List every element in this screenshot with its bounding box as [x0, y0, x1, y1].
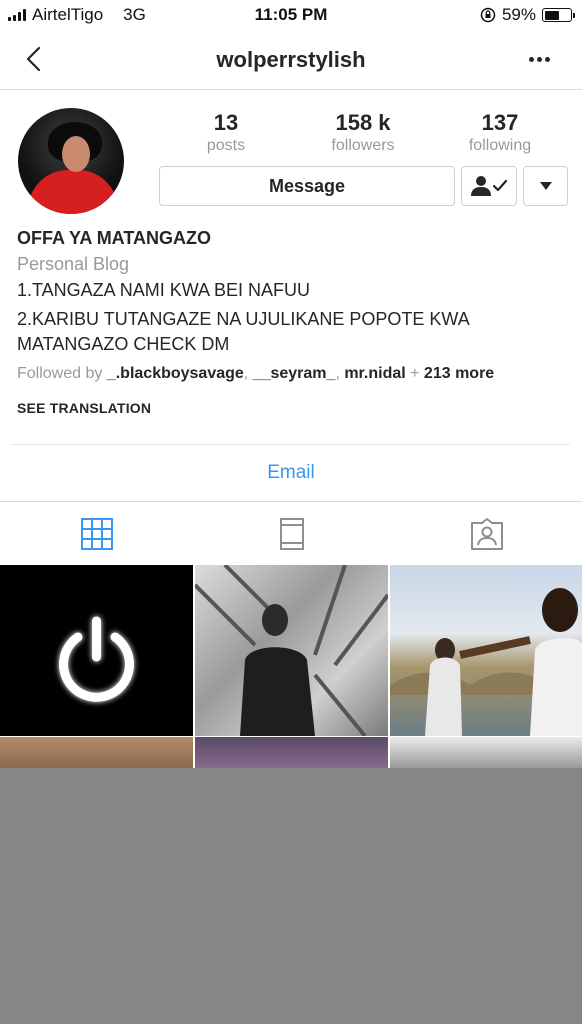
stat-followers-value: 158 k — [335, 110, 391, 135]
user-check-icon — [471, 176, 508, 196]
battery-icon — [542, 8, 575, 22]
stat-posts[interactable]: 13 posts — [166, 110, 286, 155]
caret-down-icon — [539, 182, 552, 190]
stat-following[interactable]: 137 following — [440, 110, 560, 155]
more-dots-icon — [528, 56, 534, 62]
stat-following-value: 137 — [481, 110, 519, 135]
followed-by-user[interactable]: __seyram_ — [253, 365, 336, 382]
bio-name: OFFA YA MATANGAZO — [17, 228, 212, 248]
followed-by-more[interactable]: 213 more — [424, 365, 494, 382]
more-dot — [536, 56, 542, 62]
stat-followers-label: followers — [331, 137, 395, 154]
power-icon — [59, 616, 134, 702]
feed-icon — [280, 518, 304, 550]
stat-posts-value: 13 — [213, 110, 239, 135]
stat-followers[interactable]: 158 k followers — [303, 110, 423, 155]
orientation-lock-icon — [480, 7, 496, 23]
avatar-torso — [28, 170, 118, 214]
post-thumbnail[interactable] — [0, 737, 193, 768]
dim-overlay — [0, 768, 582, 1024]
post-thumbnail[interactable] — [195, 565, 388, 736]
post-thumbnail[interactable] — [0, 565, 193, 736]
photo-person-trees — [195, 565, 388, 736]
status-right: 59% — [480, 5, 575, 25]
email-button[interactable]: Email — [0, 462, 582, 484]
more-options-button[interactable] — [524, 44, 554, 74]
see-translation-link[interactable]: SEE TRANSLATION — [17, 400, 151, 416]
tagged-icon — [471, 518, 503, 550]
profile-stats: 13 posts 158 k followers 137 following — [160, 110, 566, 156]
message-button[interactable]: Message — [159, 166, 455, 206]
followed-by-user[interactable]: mr.nidal — [344, 365, 405, 382]
profile-tabs — [0, 502, 582, 564]
bio-category: Personal Blog — [17, 254, 130, 274]
status-bar: AirtelTigo 3G 11:05 PM 59% — [0, 0, 582, 30]
followed-by-prefix: Followed by — [17, 365, 103, 382]
battery-fill — [544, 10, 560, 20]
stat-following-label: following — [468, 137, 532, 154]
more-dot — [544, 56, 550, 62]
followed-by-user[interactable]: _.blackboysavage — [107, 365, 244, 382]
post-thumbnail[interactable] — [390, 737, 582, 768]
bio-line: 2.KARIBU TUTANGAZE NA UJULIKANE POPOTE K… — [17, 309, 470, 329]
following-button[interactable] — [461, 166, 517, 206]
photo-grid — [0, 565, 582, 768]
tab-grid[interactable] — [77, 514, 117, 554]
tab-tagged[interactable] — [467, 514, 507, 554]
photo-two-people-bridge — [390, 588, 582, 736]
post-thumbnail[interactable] — [390, 565, 582, 736]
tab-feed[interactable] — [272, 514, 312, 554]
bio-line: 1.TANGAZA NAMI KWA BEI NAFUU — [17, 280, 311, 300]
post-thumbnail[interactable] — [195, 737, 388, 768]
suggested-dropdown-button[interactable] — [523, 166, 568, 206]
profile-username: wolperrstylish — [216, 47, 366, 72]
avatar[interactable] — [18, 108, 124, 214]
battery-percent: 59% — [501, 5, 536, 24]
grid-icon — [81, 518, 113, 550]
divider — [12, 444, 570, 445]
followed-by[interactable]: Followed by _.blackboysavage, __seyram_,… — [17, 365, 494, 383]
avatar-face — [62, 136, 90, 172]
stat-posts-label: posts — [206, 137, 246, 154]
nav-bar: wolperrstylish — [0, 30, 582, 90]
bio-line: MATANGAZO CHECK DM — [17, 334, 230, 354]
